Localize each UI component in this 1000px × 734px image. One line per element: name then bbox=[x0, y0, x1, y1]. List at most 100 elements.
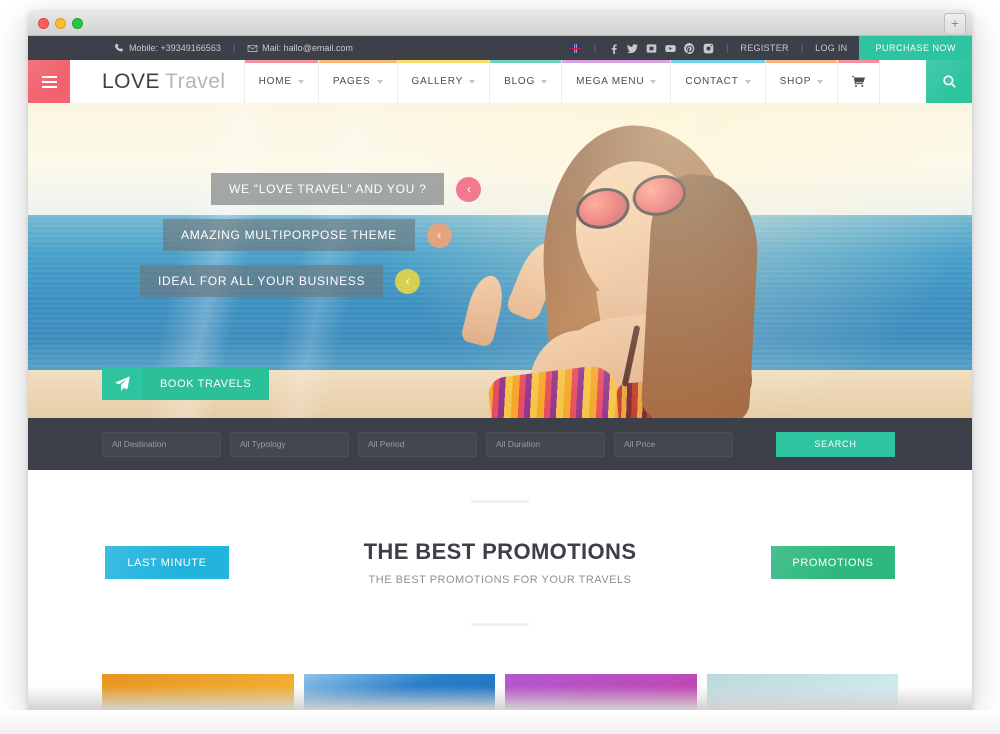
promotions-heading-group: THE BEST PROMOTIONS THE BEST PROMOTIONS … bbox=[315, 539, 685, 586]
browser-titlebar: + bbox=[28, 10, 972, 36]
hero-slide-3: IDEAL FOR ALL YOUR BUSINESS ‹ bbox=[140, 265, 481, 297]
nav-accent-bar-home bbox=[244, 60, 318, 63]
nav-accent-bar-blog bbox=[490, 60, 562, 63]
topbar-separator-3: | bbox=[726, 43, 729, 53]
nav-item-mega-menu[interactable]: MEGA MENU bbox=[561, 60, 671, 103]
new-tab-button[interactable]: + bbox=[944, 13, 966, 33]
nav-label-pages: PAGES bbox=[332, 76, 371, 87]
promo-card-blue[interactable] bbox=[303, 674, 495, 710]
hero-caption-1: WE "LOVE TRAVEL" AND YOU ? bbox=[211, 173, 445, 205]
chevron-down-icon bbox=[744, 79, 751, 84]
facebook-icon[interactable] bbox=[608, 43, 619, 54]
search-submit-button[interactable]: SEARCH bbox=[776, 431, 895, 457]
desktop-bottom-fade bbox=[0, 710, 1000, 734]
hero-prev-button-3[interactable]: ‹ bbox=[395, 268, 421, 294]
login-link[interactable]: LOG IN bbox=[815, 43, 847, 53]
main-navigation[interactable]: HOME PAGES GALLERY BLOG MEGA MENU CONTAC… bbox=[243, 60, 881, 103]
nav-label-home: HOME bbox=[258, 76, 292, 87]
maximize-window-button[interactable] bbox=[72, 18, 83, 29]
social-links[interactable] bbox=[608, 42, 714, 54]
hero-slide-2: AMAZING MULTIPORPOSE THEME ‹ bbox=[163, 219, 481, 251]
price-value: All Price bbox=[624, 439, 656, 449]
nav-label-blog: BLOG bbox=[504, 76, 536, 87]
top-actions-group: | | REGISTER | LOG IN PURCHASE NOW bbox=[568, 36, 972, 60]
duration-value: All Duration bbox=[496, 439, 540, 449]
hero-caption-2: AMAZING MULTIPORPOSE THEME bbox=[163, 219, 415, 251]
promotions-section: LAST MINUTE THE BEST PROMOTIONS THE BEST… bbox=[28, 470, 972, 660]
trip-search-bar: All Destination All Typology All Period … bbox=[28, 418, 972, 470]
burger-line-1 bbox=[41, 75, 57, 78]
hero-caption-stack: WE "LOVE TRAVEL" AND YOU ? ‹ AMAZING MUL… bbox=[28, 173, 482, 311]
hamburger-menu-button[interactable] bbox=[28, 60, 70, 103]
nav-item-shop[interactable]: SHOP bbox=[764, 60, 838, 103]
chevron-down-icon bbox=[297, 79, 304, 84]
page-viewport: Mobile: +39349166563 | Mail: hallo@email… bbox=[28, 36, 972, 710]
uk-flag-icon[interactable] bbox=[568, 43, 582, 53]
chevron-down-icon bbox=[817, 79, 824, 84]
nav-accent-bar-contact bbox=[671, 60, 765, 63]
hero-prev-button-1[interactable]: ‹ bbox=[456, 176, 482, 202]
nav-item-contact[interactable]: CONTACT bbox=[670, 60, 765, 103]
purchase-now-button[interactable]: PURCHASE NOW bbox=[859, 36, 972, 60]
register-link[interactable]: REGISTER bbox=[740, 43, 788, 53]
close-window-button[interactable] bbox=[38, 18, 49, 29]
nav-accent-bar-gallery bbox=[397, 60, 490, 63]
instagram-icon[interactable] bbox=[703, 43, 714, 54]
chevron-down-icon bbox=[376, 79, 383, 84]
nav-item-home[interactable]: HOME bbox=[243, 60, 318, 103]
topbar-separator-4: | bbox=[800, 43, 804, 53]
nav-item-blog[interactable]: BLOG bbox=[489, 60, 562, 103]
topbar-separator-2: | bbox=[593, 43, 597, 53]
burger-line-3 bbox=[41, 85, 57, 88]
nav-accent-bar-pages bbox=[318, 60, 397, 63]
mail-label: Mail: hallo@email.com bbox=[262, 43, 353, 53]
vimeo-icon[interactable] bbox=[646, 43, 657, 54]
burger-line-2 bbox=[41, 80, 57, 83]
promo-card-purple[interactable] bbox=[505, 674, 697, 710]
window-controls[interactable] bbox=[38, 18, 83, 29]
promotions-button[interactable]: PROMOTIONS bbox=[771, 546, 895, 579]
destination-value: All Destination bbox=[112, 439, 167, 449]
youtube-icon[interactable] bbox=[665, 43, 676, 54]
promotions-divider-bottom bbox=[471, 623, 529, 626]
nav-label-contact: CONTACT bbox=[685, 76, 739, 87]
price-select[interactable]: All Price bbox=[614, 431, 733, 457]
header-search-button[interactable] bbox=[926, 60, 972, 103]
promotions-subtitle: THE BEST PROMOTIONS FOR YOUR TRAVELS bbox=[368, 574, 632, 586]
promo-card-orange[interactable] bbox=[102, 674, 294, 710]
destination-select[interactable]: All Destination bbox=[102, 431, 221, 457]
search-icon bbox=[942, 75, 956, 88]
promotions-title: THE BEST PROMOTIONS bbox=[363, 539, 637, 564]
mobile-label: Mobile: +39349166563 bbox=[129, 43, 221, 53]
typology-value: All Typology bbox=[240, 439, 286, 449]
hero-slide-1: WE "LOVE TRAVEL" AND YOU ? ‹ bbox=[211, 173, 482, 205]
cart-icon bbox=[852, 75, 866, 87]
duration-select[interactable]: All Duration bbox=[486, 431, 605, 457]
hero-slider: WE "LOVE TRAVEL" AND YOU ? ‹ AMAZING MUL… bbox=[28, 103, 972, 418]
nav-accent-bar-shop bbox=[765, 60, 838, 63]
paper-plane-icon bbox=[114, 376, 130, 391]
pinterest-icon[interactable] bbox=[684, 42, 695, 54]
desktop-background: + Mobile: +39349166563 | Mail: hallo@ema… bbox=[0, 0, 1000, 734]
last-minute-button[interactable]: LAST MINUTE bbox=[105, 546, 229, 579]
hero-prev-button-2[interactable]: ‹ bbox=[426, 222, 452, 248]
nav-accent-bar-mega-menu bbox=[562, 60, 671, 63]
promo-card-cyan[interactable] bbox=[706, 674, 898, 710]
typology-select[interactable]: All Typology bbox=[230, 431, 349, 457]
promotions-row: LAST MINUTE THE BEST PROMOTIONS THE BEST… bbox=[28, 539, 972, 586]
nav-item-cart[interactable] bbox=[837, 60, 881, 103]
period-value: All Period bbox=[368, 439, 405, 449]
minimize-window-button[interactable] bbox=[55, 18, 66, 29]
top-contact-group: Mobile: +39349166563 | Mail: hallo@email… bbox=[114, 43, 353, 54]
nav-label-mega-menu: MEGA MENU bbox=[576, 76, 645, 87]
site-logo[interactable]: LOVE Travel bbox=[70, 60, 226, 103]
nav-item-pages[interactable]: PAGES bbox=[317, 60, 397, 103]
nav-label-shop: SHOP bbox=[779, 76, 812, 87]
twitter-icon[interactable] bbox=[627, 43, 639, 54]
promotion-cards-row bbox=[28, 674, 972, 710]
paper-plane-icon-wrap bbox=[102, 367, 142, 400]
book-travels-button[interactable]: BOOK TRAVELS bbox=[102, 367, 270, 400]
browser-window: + Mobile: +39349166563 | Mail: hallo@ema… bbox=[28, 10, 972, 710]
period-select[interactable]: All Period bbox=[358, 431, 477, 457]
nav-item-gallery[interactable]: GALLERY bbox=[396, 60, 490, 103]
